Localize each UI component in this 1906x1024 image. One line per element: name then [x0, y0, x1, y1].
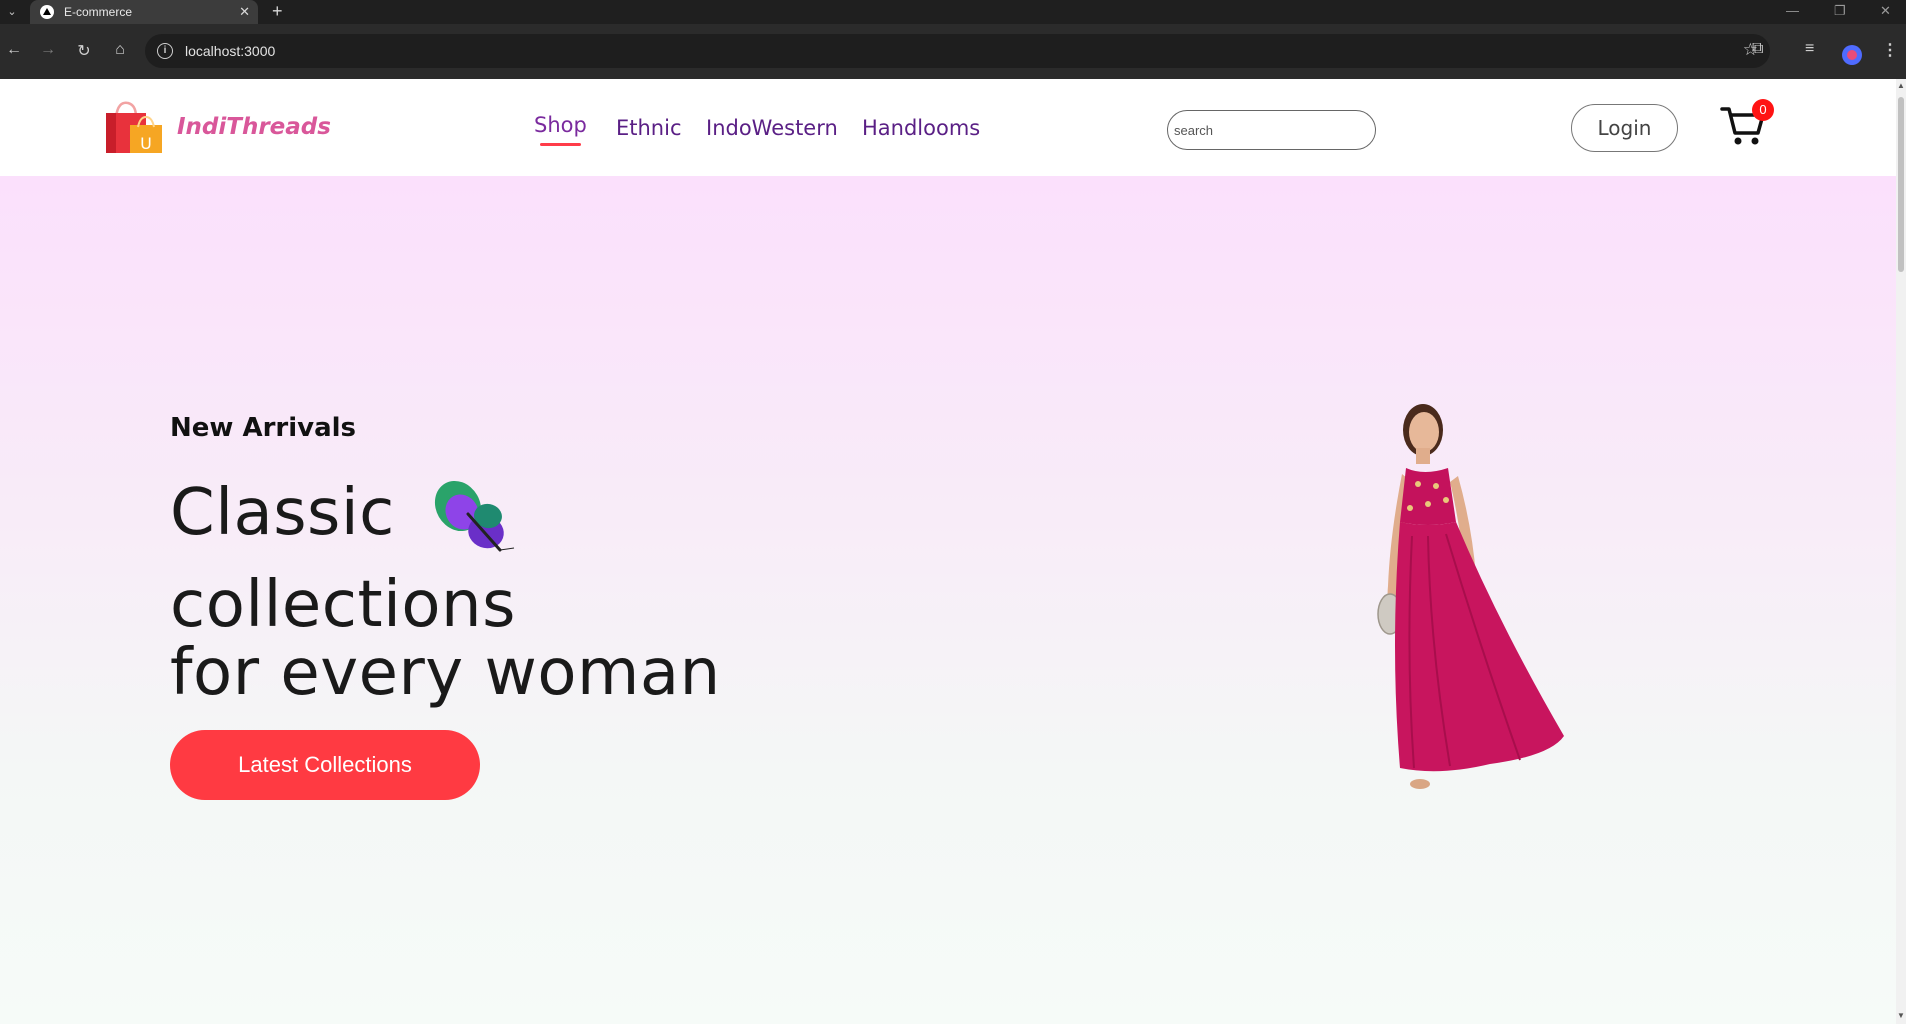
- page-viewport: U IndiThreads Shop Ethnic IndoWestern Ha…: [0, 79, 1896, 1024]
- latest-collections-button[interactable]: Latest Collections: [170, 730, 480, 800]
- hero-headline-line3: for every woman: [170, 636, 721, 710]
- reload-icon[interactable]: ↻: [74, 41, 94, 61]
- site-info-icon[interactable]: i: [157, 43, 173, 59]
- hero-section: New Arrivals Classic collections for eve…: [0, 176, 1896, 1024]
- minimize-window-icon[interactable]: —: [1786, 3, 1799, 18]
- close-window-icon[interactable]: ✕: [1880, 3, 1891, 19]
- nav-indowestern[interactable]: IndoWestern: [706, 116, 838, 140]
- site-header: U IndiThreads Shop Ethnic IndoWestern Ha…: [0, 79, 1896, 176]
- tab-search-chevron-down-icon[interactable]: ⌄: [2, 2, 22, 22]
- scroll-up-arrow-icon[interactable]: ▲: [1897, 81, 1905, 90]
- hero-headline-line2: collections: [170, 568, 516, 642]
- browser-tab-bar: ⌄ E-commerce ✕ + — ❐ ✕: [0, 0, 1906, 24]
- scroll-down-arrow-icon[interactable]: ▼: [1897, 1011, 1905, 1020]
- butterfly-icon: [434, 480, 515, 552]
- nav-handlooms[interactable]: Handlooms: [862, 116, 980, 140]
- nav-shop[interactable]: Shop: [534, 113, 587, 137]
- tab-title: E-commerce: [64, 5, 133, 19]
- cart-count-badge: 0: [1752, 99, 1774, 121]
- search-input[interactable]: [1167, 110, 1376, 150]
- login-button[interactable]: Login: [1571, 104, 1678, 152]
- avatar[interactable]: [1842, 45, 1862, 65]
- restore-window-icon[interactable]: ❐: [1834, 3, 1846, 19]
- svg-text:U: U: [140, 134, 152, 153]
- browser-tab[interactable]: E-commerce ✕: [30, 0, 258, 24]
- back-arrow-icon[interactable]: ←: [4, 41, 24, 59]
- brand-name[interactable]: IndiThreads: [177, 114, 331, 140]
- media-control-icon[interactable]: ≡: [1805, 40, 1814, 58]
- url-text[interactable]: localhost:3000: [185, 43, 275, 59]
- tab-close-icon[interactable]: ✕: [239, 4, 250, 20]
- browser-toolbar: ← → ↻ ⌂ i localhost:3000 ☆ ⧉ ≡ ⋮: [0, 24, 1906, 79]
- hero-model-image: [1377, 404, 1564, 789]
- home-icon[interactable]: ⌂: [110, 41, 130, 59]
- shopping-bag-logo-icon[interactable]: U: [104, 99, 164, 155]
- page-scrollbar[interactable]: ▲ ▼: [1896, 79, 1906, 1024]
- new-tab-button[interactable]: +: [272, 1, 283, 22]
- extensions-puzzle-icon[interactable]: ⧉: [1752, 40, 1763, 58]
- kebab-menu-icon[interactable]: ⋮: [1882, 40, 1898, 60]
- address-bar[interactable]: i localhost:3000 ☆: [145, 34, 1770, 68]
- hero-headline-line1: Classic: [170, 476, 395, 550]
- forward-arrow-icon[interactable]: →: [38, 41, 58, 59]
- nav-shop-active-underline: [540, 143, 581, 146]
- favicon-icon: [40, 5, 54, 19]
- scrollbar-thumb[interactable]: [1898, 97, 1904, 272]
- nav-ethnic[interactable]: Ethnic: [616, 116, 682, 140]
- hero-eyebrow: New Arrivals: [170, 413, 357, 443]
